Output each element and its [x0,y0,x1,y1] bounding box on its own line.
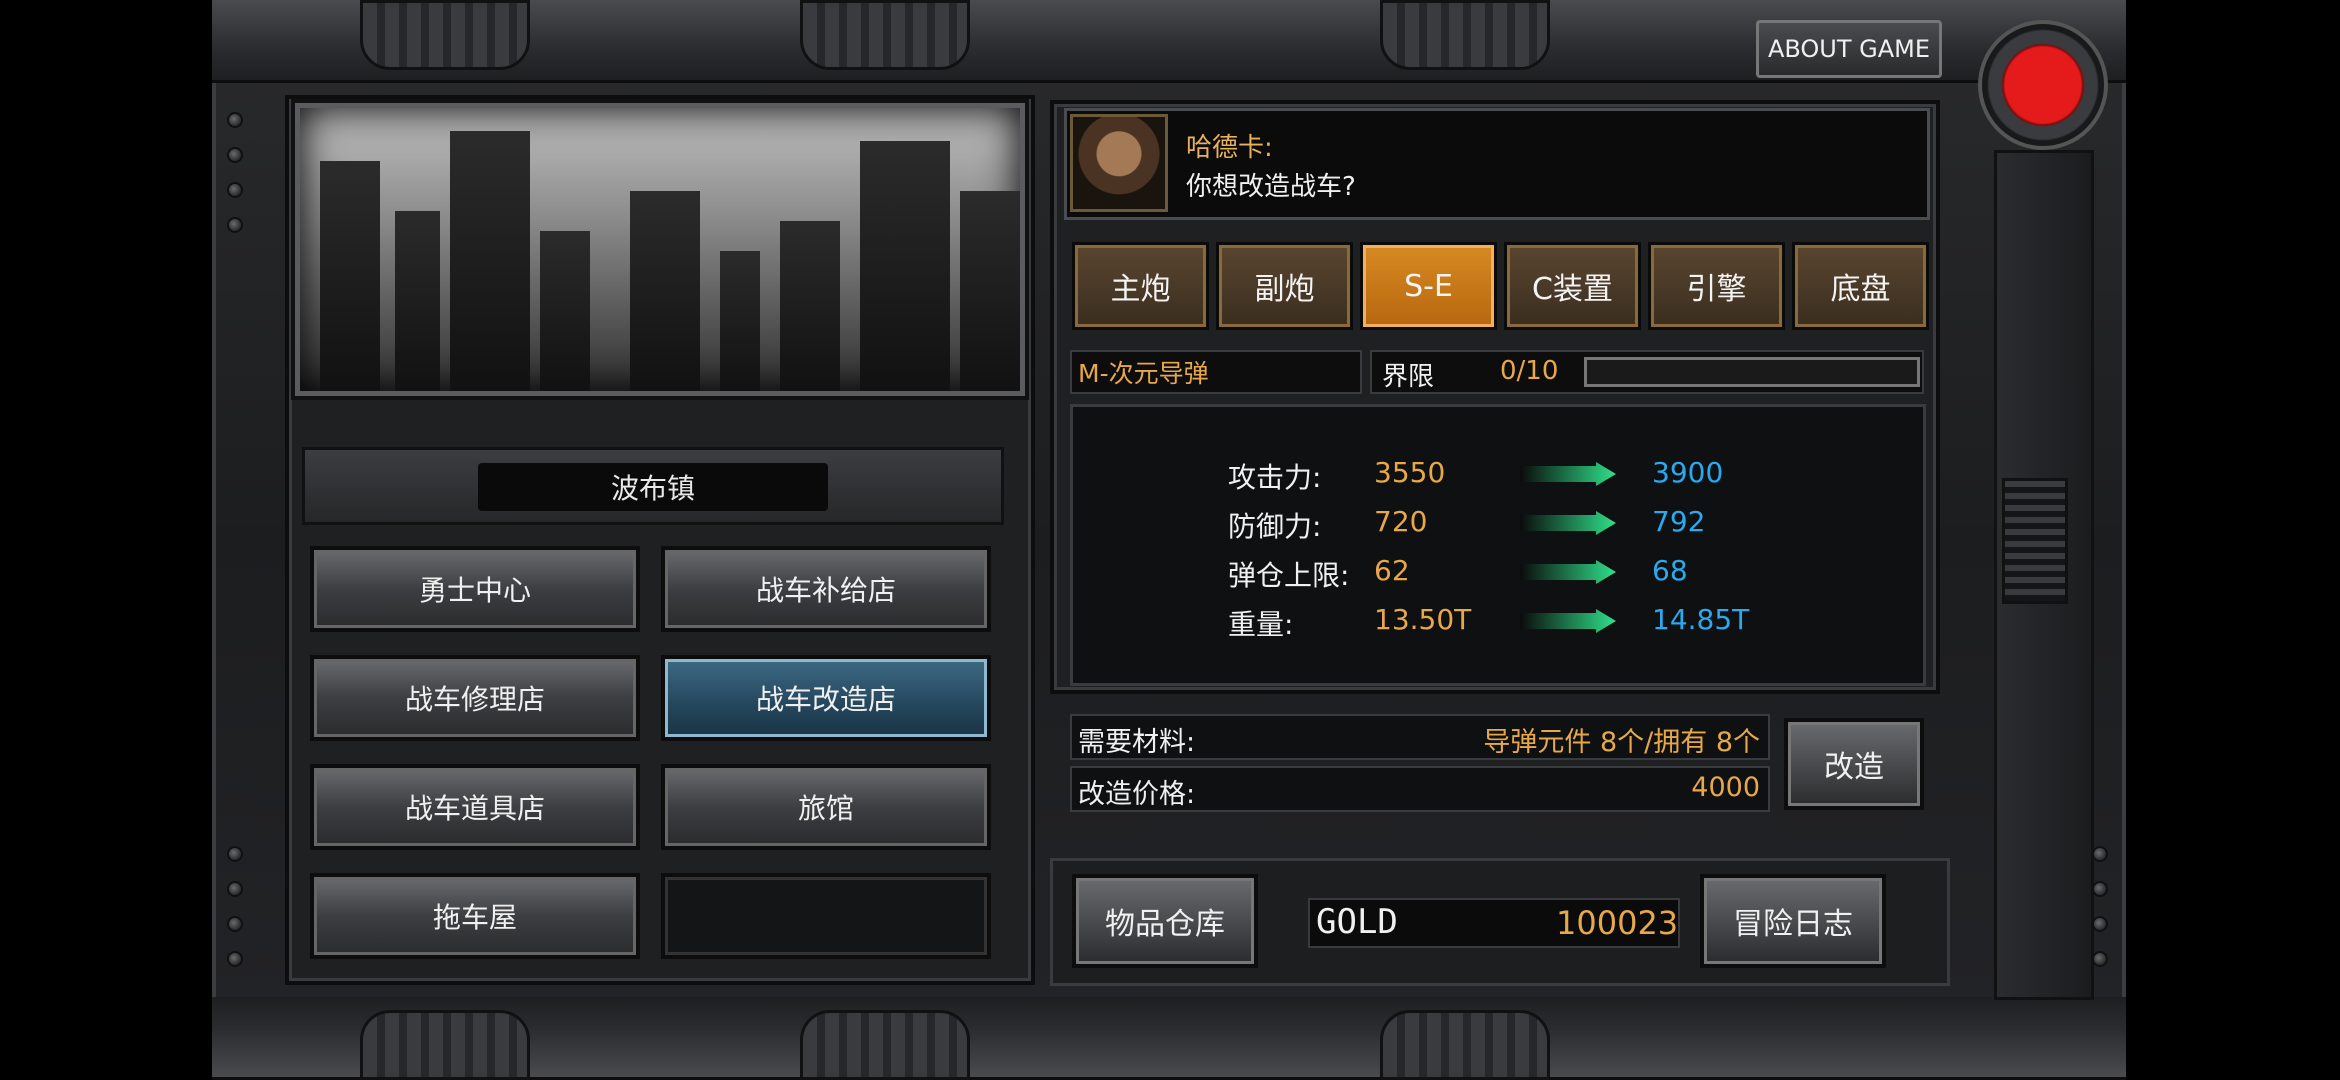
rivet [2092,951,2108,967]
stats-box [1070,404,1926,686]
arrow-right-icon [1520,462,1616,486]
shop-button-empty-slot [661,873,991,959]
stat-new-attack: 3900 [1652,456,1724,489]
adventure-log-button[interactable]: 冒险日志 [1700,874,1886,968]
stat-label-ammo: 弹仓上限: [1228,559,1350,592]
limit-progress-bar [1584,357,1920,387]
price-value: 4000 [1691,772,1760,803]
shop-button-supply[interactable]: 战车补给店 [661,546,991,632]
stat-new-ammo: 68 [1652,554,1688,587]
npc-portrait [1070,114,1168,212]
tab-c-device[interactable]: C装置 [1504,242,1641,330]
warehouse-button[interactable]: 物品仓库 [1072,874,1258,968]
about-game-button[interactable]: ABOUT GAME [1756,20,1942,78]
shop-button-inn[interactable]: 旅馆 [661,764,991,850]
limit-label: 界限 [1382,362,1435,392]
stat-old-weight: 13.50T [1374,603,1472,636]
tab-chassis[interactable]: 底盘 [1792,242,1929,330]
tab-sub-cannon[interactable]: 副炮 [1216,242,1353,330]
rivet [227,916,243,932]
tab-se[interactable]: S-E [1360,242,1497,330]
stat-new-defense: 792 [1652,505,1706,538]
tab-engine[interactable]: 引擎 [1648,242,1785,330]
shop-button-hunter-center[interactable]: 勇士中心 [310,546,640,632]
stat-new-weight: 14.85T [1652,603,1750,636]
rivet [227,951,243,967]
gear-decoration [1380,1010,1550,1080]
arrow-right-icon [1520,560,1616,584]
stat-label-attack: 攻击力: [1228,461,1322,494]
stat-old-ammo: 62 [1374,554,1410,587]
shop-button-items[interactable]: 战车道具店 [310,764,640,850]
arrow-right-icon [1520,511,1616,535]
vent-grille [2002,478,2068,604]
rivet [227,112,243,128]
stat-old-attack: 3550 [1374,456,1446,489]
rivet [227,217,243,233]
gear-decoration [1380,0,1550,70]
rivet [2092,881,2108,897]
materials-value: 导弹元件 8个/拥有 8个 [1483,727,1760,758]
rivet [2092,916,2108,932]
stat-label-defense: 防御力: [1228,510,1322,543]
price-label: 改造价格: [1078,779,1196,810]
npc-dialog-box [1064,108,1930,220]
stat-label-weight: 重量: [1228,608,1294,641]
limit-value: 0/10 [1500,356,1559,386]
upgrade-button[interactable]: 改造 [1784,718,1924,810]
npc-dialog-text: 你想改造战车? [1186,172,1356,202]
gear-decoration [360,0,530,70]
rivet [227,881,243,897]
record-button[interactable] [1978,20,2108,150]
item-name: M-次元导弹 [1070,350,1362,394]
shop-button-trailer[interactable]: 拖车屋 [310,873,640,959]
shop-button-modify[interactable]: 战车改造店 [661,655,991,741]
rivet [227,846,243,862]
gold-value: 100023 [1556,904,1679,942]
tab-main-cannon[interactable]: 主炮 [1072,242,1209,330]
gear-decoration [360,1010,530,1080]
town-name: 波布镇 [478,463,828,511]
materials-label: 需要材料: [1078,727,1196,758]
shop-button-repair[interactable]: 战车修理店 [310,655,640,741]
rivet [227,182,243,198]
rivet [2092,846,2108,862]
gear-decoration [800,1010,970,1080]
gold-label: GOLD [1316,902,1398,942]
stat-old-defense: 720 [1374,505,1428,538]
arrow-right-icon [1520,609,1616,633]
gear-decoration [800,0,970,70]
rivet [227,147,243,163]
town-scene-image [295,103,1025,396]
npc-name: 哈德卡: [1186,133,1273,163]
